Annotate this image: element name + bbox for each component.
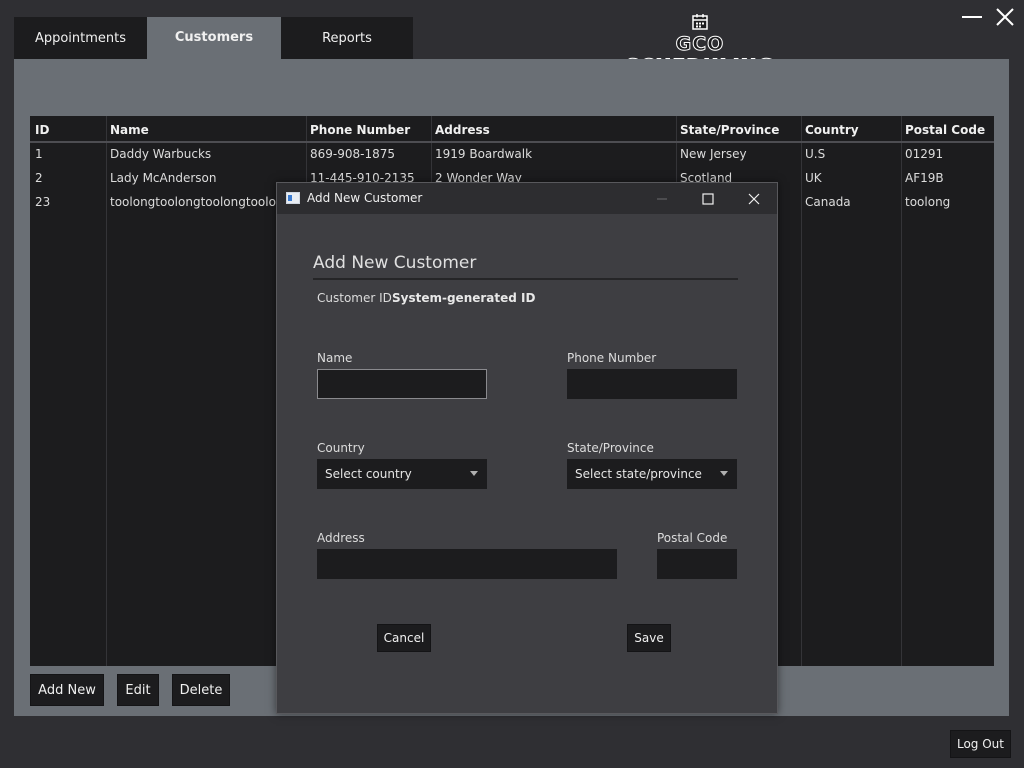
add-new-button[interactable]: Add New — [30, 674, 104, 706]
cell-id: 2 — [35, 171, 43, 185]
country-select-value: Select country — [325, 467, 412, 481]
dialog-maximize-icon[interactable] — [701, 191, 715, 205]
cell-country: UK — [805, 171, 822, 185]
cell-name: toolongtoolongtoolongtoolong — [110, 195, 292, 209]
cell-postal: 01291 — [905, 147, 944, 161]
minimize-icon[interactable] — [960, 8, 984, 28]
cell-postal: AF19B — [905, 171, 944, 185]
delete-button[interactable]: Delete — [172, 674, 230, 706]
column-header-country[interactable]: Country — [805, 123, 859, 137]
edit-button[interactable]: Edit — [117, 674, 159, 706]
log-out-button[interactable]: Log Out — [950, 730, 1011, 758]
cell-postal: toolong — [905, 195, 951, 209]
tab-reports[interactable]: Reports — [281, 17, 413, 59]
table-row[interactable]: 1 Daddy Warbucks 869-908-1875 1919 Board… — [30, 143, 994, 167]
cell-name: Lady McAnderson — [110, 171, 217, 185]
cell-name: Daddy Warbucks — [110, 147, 212, 161]
save-button[interactable]: Save — [627, 624, 671, 652]
column-header-phone[interactable]: Phone Number — [310, 123, 410, 137]
cancel-button[interactable]: Cancel — [377, 624, 431, 652]
calendar-icon — [692, 14, 708, 30]
chevron-down-icon — [470, 471, 478, 476]
column-header-address[interactable]: Address — [435, 123, 490, 137]
column-header-state[interactable]: State/Province — [680, 123, 779, 137]
cell-id: 1 — [35, 147, 43, 161]
name-field[interactable] — [317, 369, 487, 399]
tab-label: Customers — [174, 30, 254, 45]
name-label: Name — [317, 351, 353, 365]
tab-customers[interactable]: Customers — [147, 17, 281, 59]
phone-field[interactable] — [567, 369, 737, 399]
cell-id: 23 — [35, 195, 51, 209]
window-app-icon — [286, 192, 300, 204]
state-label: State/Province — [567, 441, 654, 455]
dialog-window-title: Add New Customer — [307, 191, 423, 205]
cell-address: 1919 Boardwalk — [435, 147, 533, 161]
table-header: ID Name Phone Number Address State/Provi… — [30, 116, 994, 143]
dialog-title-bar[interactable]: Add New Customer — [277, 183, 777, 214]
dialog-minimize-icon[interactable] — [655, 191, 669, 205]
customer-id-value: System-generated ID — [392, 291, 536, 305]
close-icon[interactable] — [993, 8, 1017, 28]
state-select-value: Select state/province — [575, 467, 702, 481]
address-label: Address — [317, 531, 365, 545]
address-field[interactable] — [317, 549, 617, 579]
heading-divider — [313, 278, 738, 280]
column-header-name[interactable]: Name — [110, 123, 149, 137]
chevron-down-icon — [720, 471, 728, 476]
add-customer-dialog: Add New Customer Add New Customer Custom… — [276, 182, 778, 714]
state-select[interactable]: Select state/province — [567, 459, 737, 489]
cell-state: New Jersey — [680, 147, 747, 161]
dialog-close-icon[interactable] — [747, 191, 761, 205]
column-header-postal[interactable]: Postal Code — [905, 123, 985, 137]
column-header-id[interactable]: ID — [35, 123, 49, 137]
cell-country: U.S — [805, 147, 826, 161]
cell-phone: 869-908-1875 — [310, 147, 396, 161]
customer-id-label: Customer ID: — [317, 291, 396, 305]
country-label: Country — [317, 441, 365, 455]
cell-country: Canada — [805, 195, 851, 209]
country-select[interactable]: Select country — [317, 459, 487, 489]
phone-label: Phone Number — [567, 351, 657, 365]
tab-label: Appointments — [34, 30, 127, 46]
postal-code-field[interactable] — [657, 549, 737, 579]
app-logo: GCO SCHEDULING — [598, 13, 802, 78]
tab-label: Reports — [322, 30, 372, 46]
dialog-heading: Add New Customer — [313, 253, 477, 273]
postal-code-label: Postal Code — [657, 531, 728, 545]
tab-appointments[interactable]: Appointments — [14, 17, 147, 59]
